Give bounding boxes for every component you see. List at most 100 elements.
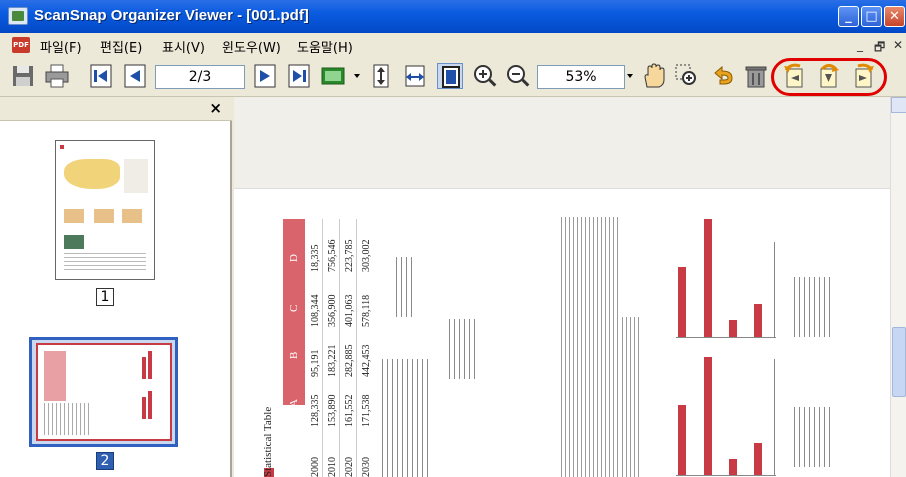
chart-axis (676, 475, 776, 476)
table-cell: 223,785 (344, 239, 355, 273)
thumbnail-page-1[interactable] (55, 140, 155, 280)
minimize-button[interactable]: _ (838, 6, 859, 27)
table-gridline (322, 219, 323, 477)
chart-bar (729, 459, 737, 475)
thumbnail-label-2[interactable]: 2 (96, 452, 114, 470)
fit-height-icon[interactable] (368, 63, 394, 89)
thumbnail-pane-close-button[interactable]: × (209, 99, 222, 117)
menu-view[interactable]: 표시(V) (162, 37, 205, 56)
zoom-dropdown-icon[interactable] (627, 74, 633, 78)
mdi-minimize-button[interactable]: _ (857, 38, 863, 52)
table-cell: 282,885 (344, 344, 355, 378)
first-page-icon[interactable] (88, 63, 114, 89)
body-text-block (449, 319, 475, 379)
table-cell: 401,063 (344, 294, 355, 328)
last-page-icon[interactable] (286, 63, 312, 89)
previous-page-bottom (234, 97, 890, 189)
hand-icon[interactable] (640, 63, 666, 89)
chart-bar (704, 219, 712, 337)
thumbnail-chart-image (122, 209, 142, 223)
maximize-button[interactable]: □ (861, 6, 882, 27)
thumbnail-toggle-icon[interactable] (320, 63, 346, 89)
table-row-year: 2030 (361, 457, 372, 477)
table-cell: 18,335 (310, 244, 321, 273)
thumbnail-dropdown-icon[interactable] (354, 74, 360, 78)
table-cell: 356,900 (327, 294, 338, 328)
chart-bar (729, 320, 737, 337)
scroll-thumb[interactable] (892, 327, 906, 397)
menu-window[interactable]: 윈도우(W) (222, 37, 281, 56)
body-text-block (622, 317, 642, 477)
thumbnail-pane-header: × (0, 97, 232, 121)
chart-axis (774, 359, 775, 475)
menu-help[interactable]: 도움말(H) (297, 37, 353, 56)
prev-page-icon[interactable] (122, 63, 148, 89)
fit-width-icon[interactable] (402, 63, 428, 89)
chart-bar (754, 443, 762, 475)
fit-page-icon[interactable] (437, 63, 463, 89)
thumbnail-text-block (64, 253, 146, 273)
next-page-icon[interactable] (252, 63, 278, 89)
table-cell: 756,546 (327, 239, 338, 273)
thumbnail-mark (60, 145, 64, 149)
thumbnail-text-block (44, 403, 90, 435)
body-text-block (382, 359, 428, 477)
trash-icon[interactable] (743, 63, 769, 89)
body-text-block (561, 217, 621, 477)
table-gridline (339, 219, 340, 477)
thumbnail-label-1[interactable]: 1 (96, 288, 114, 306)
thumbnail-bar (148, 391, 152, 419)
menu-bar: PDF 파일(F) 편집(E) 표시(V) 윈도우(W) 도움말(H) _ 🗗 … (0, 33, 906, 57)
thumbnail-map-image (64, 159, 120, 189)
table-cell: 183,221 (327, 344, 338, 378)
title-bar[interactable]: ScanSnap Organizer Viewer - [001.pdf] _ … (0, 0, 906, 33)
table-cell: 128,335 (310, 394, 321, 428)
menu-file[interactable]: 파일(F) (40, 37, 82, 56)
thumbnail-pane: × 1 2 (0, 97, 232, 477)
chart-bar (678, 267, 686, 337)
save-icon[interactable] (10, 63, 36, 89)
table-cell: 161,552 (344, 394, 355, 428)
pdf-doc-icon[interactable]: PDF (12, 37, 30, 53)
zoom-out-icon[interactable] (505, 63, 531, 89)
mdi-close-button[interactable]: ✕ (893, 38, 903, 52)
table-cell: 578,118 (361, 294, 372, 327)
table-cell: 95,191 (310, 349, 321, 378)
table-cell: 442,453 (361, 344, 372, 378)
mdi-restore-button[interactable]: 🗗 (874, 38, 885, 59)
print-icon[interactable] (44, 63, 70, 89)
window-title: ScanSnap Organizer Viewer - [001.pdf] (34, 7, 309, 24)
app-window: ScanSnap Organizer Viewer - [001.pdf] _ … (0, 0, 906, 477)
chart-caption-block (794, 407, 834, 467)
chart-bar (704, 357, 712, 475)
table-row-year: 2010 (327, 457, 338, 477)
table-title: Statistical Table (262, 406, 274, 477)
scroll-up-button[interactable] (891, 97, 906, 113)
table-cell: 108,344 (310, 294, 321, 328)
table-col-header-b: B (288, 351, 300, 359)
vertical-scrollbar[interactable] (890, 97, 906, 477)
document-view[interactable]: D C B A Statistical Table 2000 128,335 9… (234, 97, 890, 477)
close-button[interactable]: ✕ (884, 6, 905, 27)
thumbnail-table-block (44, 351, 66, 401)
undo-icon[interactable] (710, 63, 736, 89)
app-icon[interactable] (8, 7, 28, 25)
table-col-header-c: C (288, 304, 300, 312)
thumbnail-page-2[interactable] (36, 343, 172, 441)
marquee-zoom-icon[interactable] (674, 63, 700, 89)
zoom-level-input[interactable]: 53% (537, 65, 625, 89)
table-row-year: 2000 (310, 457, 321, 477)
page-number-input[interactable]: 2/3 (155, 65, 245, 89)
zoom-in-icon[interactable] (472, 63, 498, 89)
table-cell: 171,538 (361, 394, 372, 428)
table-col-header-d: D (288, 254, 300, 262)
table-cell: 303,002 (361, 239, 372, 273)
thumbnail-photo (64, 235, 84, 249)
table-cell: 153,890 (327, 394, 338, 428)
menu-edit[interactable]: 편집(E) (100, 37, 142, 56)
rotate-tools-highlight (771, 58, 887, 96)
chart-axis (774, 242, 775, 338)
thumbnail-chart-image (94, 209, 114, 223)
chart-bar (678, 405, 686, 475)
body-text-block (396, 257, 416, 317)
